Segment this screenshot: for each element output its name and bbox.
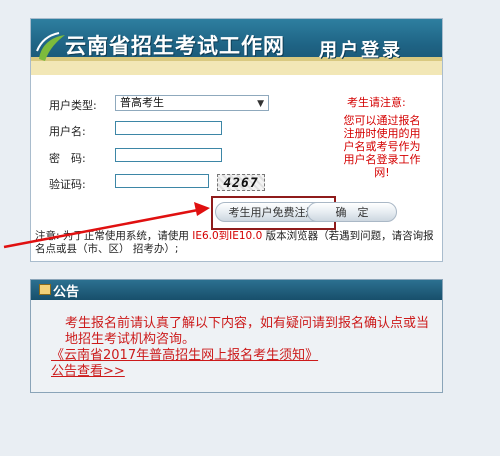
notice-header: 公告 (31, 280, 442, 300)
note-title: 考生请注意: (347, 96, 406, 109)
notice-icon (39, 284, 51, 295)
chevron-down-icon: ▼ (257, 99, 264, 109)
user-type-select[interactable]: 普高考生 ▼ (115, 95, 269, 111)
user-type-value: 普高考生 (120, 96, 164, 109)
user-type-label: 用户类型: (49, 99, 97, 112)
captcha-input[interactable] (115, 174, 209, 188)
notice-body: 考生报名前请认真了解以下内容，如有疑问请到报名确认点或当地招生考试机构咨询。 《… (37, 316, 437, 380)
login-title: 用户登录 (319, 40, 403, 61)
password-input[interactable] (115, 148, 222, 162)
notice-text: 考生报名前请认真了解以下内容，如有疑问请到报名确认点或当地招生考试机构咨询。 (65, 316, 430, 347)
browser-notice: 注意: 为了正常使用系统，请使用 IE6.0到IE10.0 版本浏览器（若遇到问… (35, 230, 439, 256)
login-title-area: 用户登录 (303, 25, 442, 75)
logo-icon (36, 32, 65, 61)
captcha-image[interactable]: 4267 (217, 174, 265, 191)
username-input[interactable] (115, 121, 222, 135)
confirm-button[interactable]: 确 定 (307, 202, 397, 222)
notice-panel: 公告 考生报名前请认真了解以下内容，如有疑问请到报名确认点或当地招生考试机构咨询… (30, 279, 443, 393)
note-body: 您可以通过报名注册时使用的用户名或考号作为用户名登录工作网! (343, 114, 421, 179)
captcha-label: 验证码: (49, 178, 86, 191)
header-banner: 云南省招生考试工作网 用户登录 (31, 19, 442, 75)
notice-title: 公告 (53, 285, 80, 300)
browser-version: IE6.0到IE10.0 (192, 230, 263, 242)
password-label: 密 码: (49, 152, 86, 165)
notice-link-view[interactable]: 公告查看>> (37, 364, 437, 380)
username-label: 用户名: (49, 125, 86, 138)
login-panel: 云南省招生考试工作网 用户登录 用户类型: 普高考生 ▼ 用户名: 密 码: 验… (30, 18, 443, 262)
site-title: 云南省招生考试工作网 (65, 34, 285, 58)
notice-link-guide[interactable]: 《云南省2017年普高招生网上报名考生须知》 (37, 348, 437, 364)
browser-notice-prefix: 注意: 为了正常使用系统，请使用 (35, 230, 189, 242)
